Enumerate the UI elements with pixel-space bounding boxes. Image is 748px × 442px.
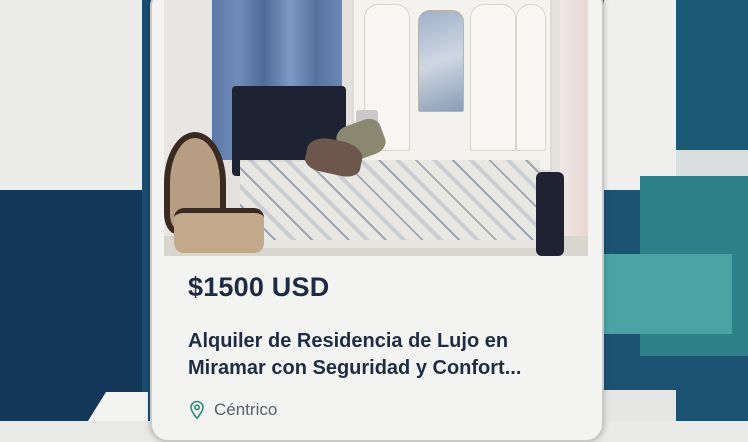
photo-mirror xyxy=(418,10,464,112)
photo-chair-seat xyxy=(174,208,264,253)
listing-price: $1500 USD xyxy=(188,272,330,302)
background-panel-teal-light xyxy=(604,254,732,334)
listing-location: Céntrico xyxy=(188,400,277,420)
background-panel-light xyxy=(0,0,150,190)
background-panel-navy xyxy=(0,190,150,421)
listing-card[interactable]: $1500 USD Alquiler de Residencia de Lujo… xyxy=(150,0,604,442)
photo-quilt xyxy=(240,160,540,240)
listing-photo[interactable] xyxy=(164,0,588,256)
background-tile-light xyxy=(604,390,676,421)
background-panel-right-light xyxy=(604,0,676,190)
photo-wardrobe-door xyxy=(470,4,516,151)
photo-bed-footboard xyxy=(536,172,564,256)
listing-title[interactable]: Alquiler de Residencia de Lujo en Mirama… xyxy=(188,328,580,382)
photo-room-edge xyxy=(560,0,588,256)
map-pin-icon xyxy=(190,400,204,420)
photo-wardrobe-door xyxy=(516,4,546,151)
location-label: Céntrico xyxy=(214,400,278,419)
